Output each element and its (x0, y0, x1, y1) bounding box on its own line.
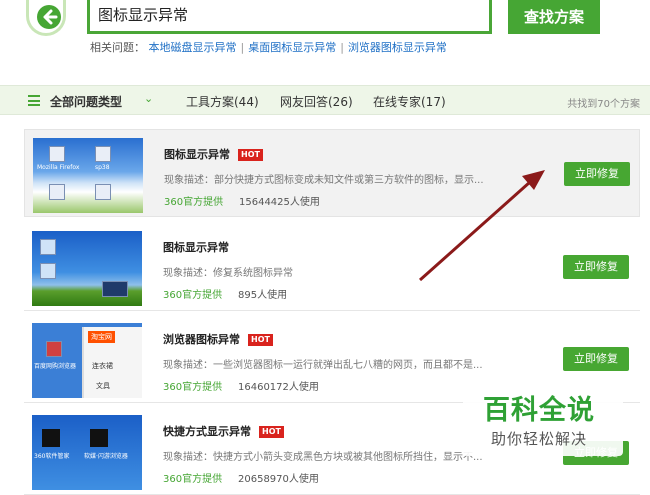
desktop-icon-label: 软媒·闪游浏览器 (84, 453, 128, 460)
result-description: 现象描述：一些浏览器图标一运行就弹出乱七八糟的网页，而且都不是... (163, 360, 483, 371)
result-thumbnail: 淘宝网 连衣裙 文具 百度网购浏览器 (32, 323, 142, 398)
thumb-label: 文具 (96, 382, 110, 390)
result-users: 15644425人使用 (239, 197, 320, 208)
related-questions: 相关问题： 本地磁盘显示异常 | 桌面图标显示异常 | 浏览器图标显示异常 (90, 41, 447, 54)
related-link[interactable]: 桌面图标显示异常 (248, 41, 336, 54)
result-thumbnail (32, 231, 142, 306)
result-thumbnail: Mozilla Firefox sp38 (33, 138, 143, 213)
related-label: 相关问题： (90, 41, 145, 54)
result-title-text[interactable]: 快捷方式显示异常 (163, 425, 251, 438)
result-description: 现象描述：修复系统图标异常 (163, 268, 293, 279)
tab-experts[interactable]: 在线专家(17) (373, 93, 446, 110)
fix-now-button[interactable]: 立即修复 (564, 162, 630, 186)
result-title-text[interactable]: 图标显示异常 (164, 148, 230, 161)
result-description: 现象描述：部分快捷方式图标变成未知文件或第三方软件的图标，显示... (164, 175, 484, 186)
chevron-down-icon[interactable]: ⌄ (144, 92, 153, 105)
search-header: 图标显示异常 查找方案 相关问题： 本地磁盘显示异常 | 桌面图标显示异常 | 浏览器图… (0, 0, 650, 80)
result-source: 360官方提供 (163, 382, 223, 393)
watermark-title: 百科全说 (483, 395, 595, 426)
back-button[interactable] (26, 0, 66, 36)
result-title-text[interactable]: 浏览器图标异常 (163, 333, 240, 346)
fix-now-button[interactable]: 立即修复 (563, 347, 629, 371)
back-arrow-icon (37, 5, 61, 29)
result-title[interactable]: 浏览器图标异常 HOT (163, 331, 273, 347)
result-item: Mozilla Firefox sp38 图标显示异常 HOT 现象描述：部分快捷… (24, 129, 640, 217)
fix-now-button[interactable]: 立即修复 (563, 255, 629, 279)
result-count: 共找到70个方案 (567, 99, 640, 110)
result-description: 现象描述：快捷方式小箭头变成黑色方块或被其他图标所挡住，显示不... (163, 452, 483, 463)
result-title-text[interactable]: 图标显示异常 (163, 241, 229, 254)
tab-tools[interactable]: 工具方案(44) (186, 93, 259, 110)
all-types-dropdown[interactable]: 全部问题类型 (50, 93, 122, 110)
related-link[interactable]: 本地磁盘显示异常 (149, 41, 237, 54)
watermark-logo: 百科全说 助你轻松解决 (463, 384, 623, 456)
thumb-label: 连衣裙 (92, 362, 113, 370)
result-source: 360官方提供 (164, 197, 224, 208)
list-icon (28, 95, 40, 106)
result-thumbnail: 360软件管家 软媒·闪游浏览器 (32, 415, 142, 490)
result-users: 895人使用 (238, 290, 288, 301)
desktop-icon-label: sp38 (95, 164, 110, 171)
search-button[interactable]: 查找方案 (508, 0, 600, 34)
search-input[interactable]: 图标显示异常 (87, 0, 492, 34)
result-source: 360官方提供 (163, 290, 223, 301)
result-title[interactable]: 图标显示异常 HOT (164, 146, 263, 162)
related-link[interactable]: 浏览器图标显示异常 (348, 41, 447, 54)
watermark-subtitle: 助你轻松解决 (491, 430, 588, 448)
desktop-icon-label: Mozilla Firefox (37, 164, 80, 171)
hot-badge: HOT (238, 149, 263, 161)
result-users: 16460172人使用 (238, 382, 319, 393)
desktop-icon-label: 百度网购浏览器 (34, 363, 77, 370)
result-item: 图标显示异常 现象描述：修复系统图标异常 360官方提供 895人使用 立即修复 (24, 223, 640, 311)
desktop-icon-label: 360软件管家 (34, 453, 70, 460)
hot-badge: HOT (259, 426, 284, 438)
filter-bar: 全部问题类型 ⌄ 工具方案(44) 网友回答(26) 在线专家(17) 共找到7… (0, 85, 650, 115)
result-title[interactable]: 快捷方式显示异常 HOT (163, 423, 284, 439)
thumb-label: 淘宝网 (88, 331, 115, 343)
tab-answers[interactable]: 网友回答(26) (280, 93, 353, 110)
hot-badge: HOT (248, 334, 273, 346)
result-title[interactable]: 图标显示异常 (163, 239, 229, 255)
